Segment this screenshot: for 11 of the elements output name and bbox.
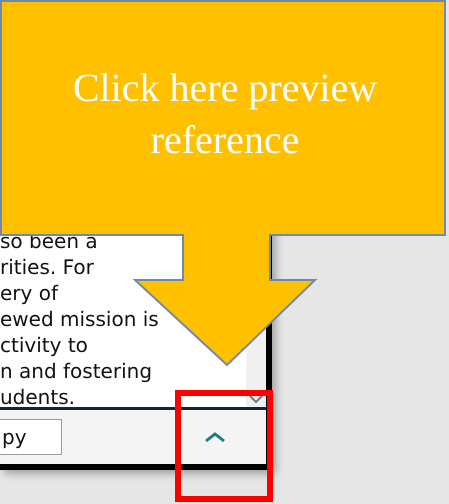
- text-line: ery of: [0, 280, 60, 306]
- text-line: so been a: [0, 228, 99, 254]
- copy-button[interactable]: py: [0, 419, 62, 455]
- text-line: ctivity to: [0, 332, 89, 358]
- text-line: n and fostering: [0, 358, 154, 384]
- scroll-down-icon[interactable]: [249, 395, 263, 403]
- chevron-up-icon[interactable]: [204, 431, 226, 443]
- text-line: udents.: [0, 384, 76, 407]
- text-line: ewed mission is: [0, 306, 160, 332]
- text-line: rities. For: [0, 254, 95, 280]
- callout-text: Click here preview reference: [72, 64, 378, 164]
